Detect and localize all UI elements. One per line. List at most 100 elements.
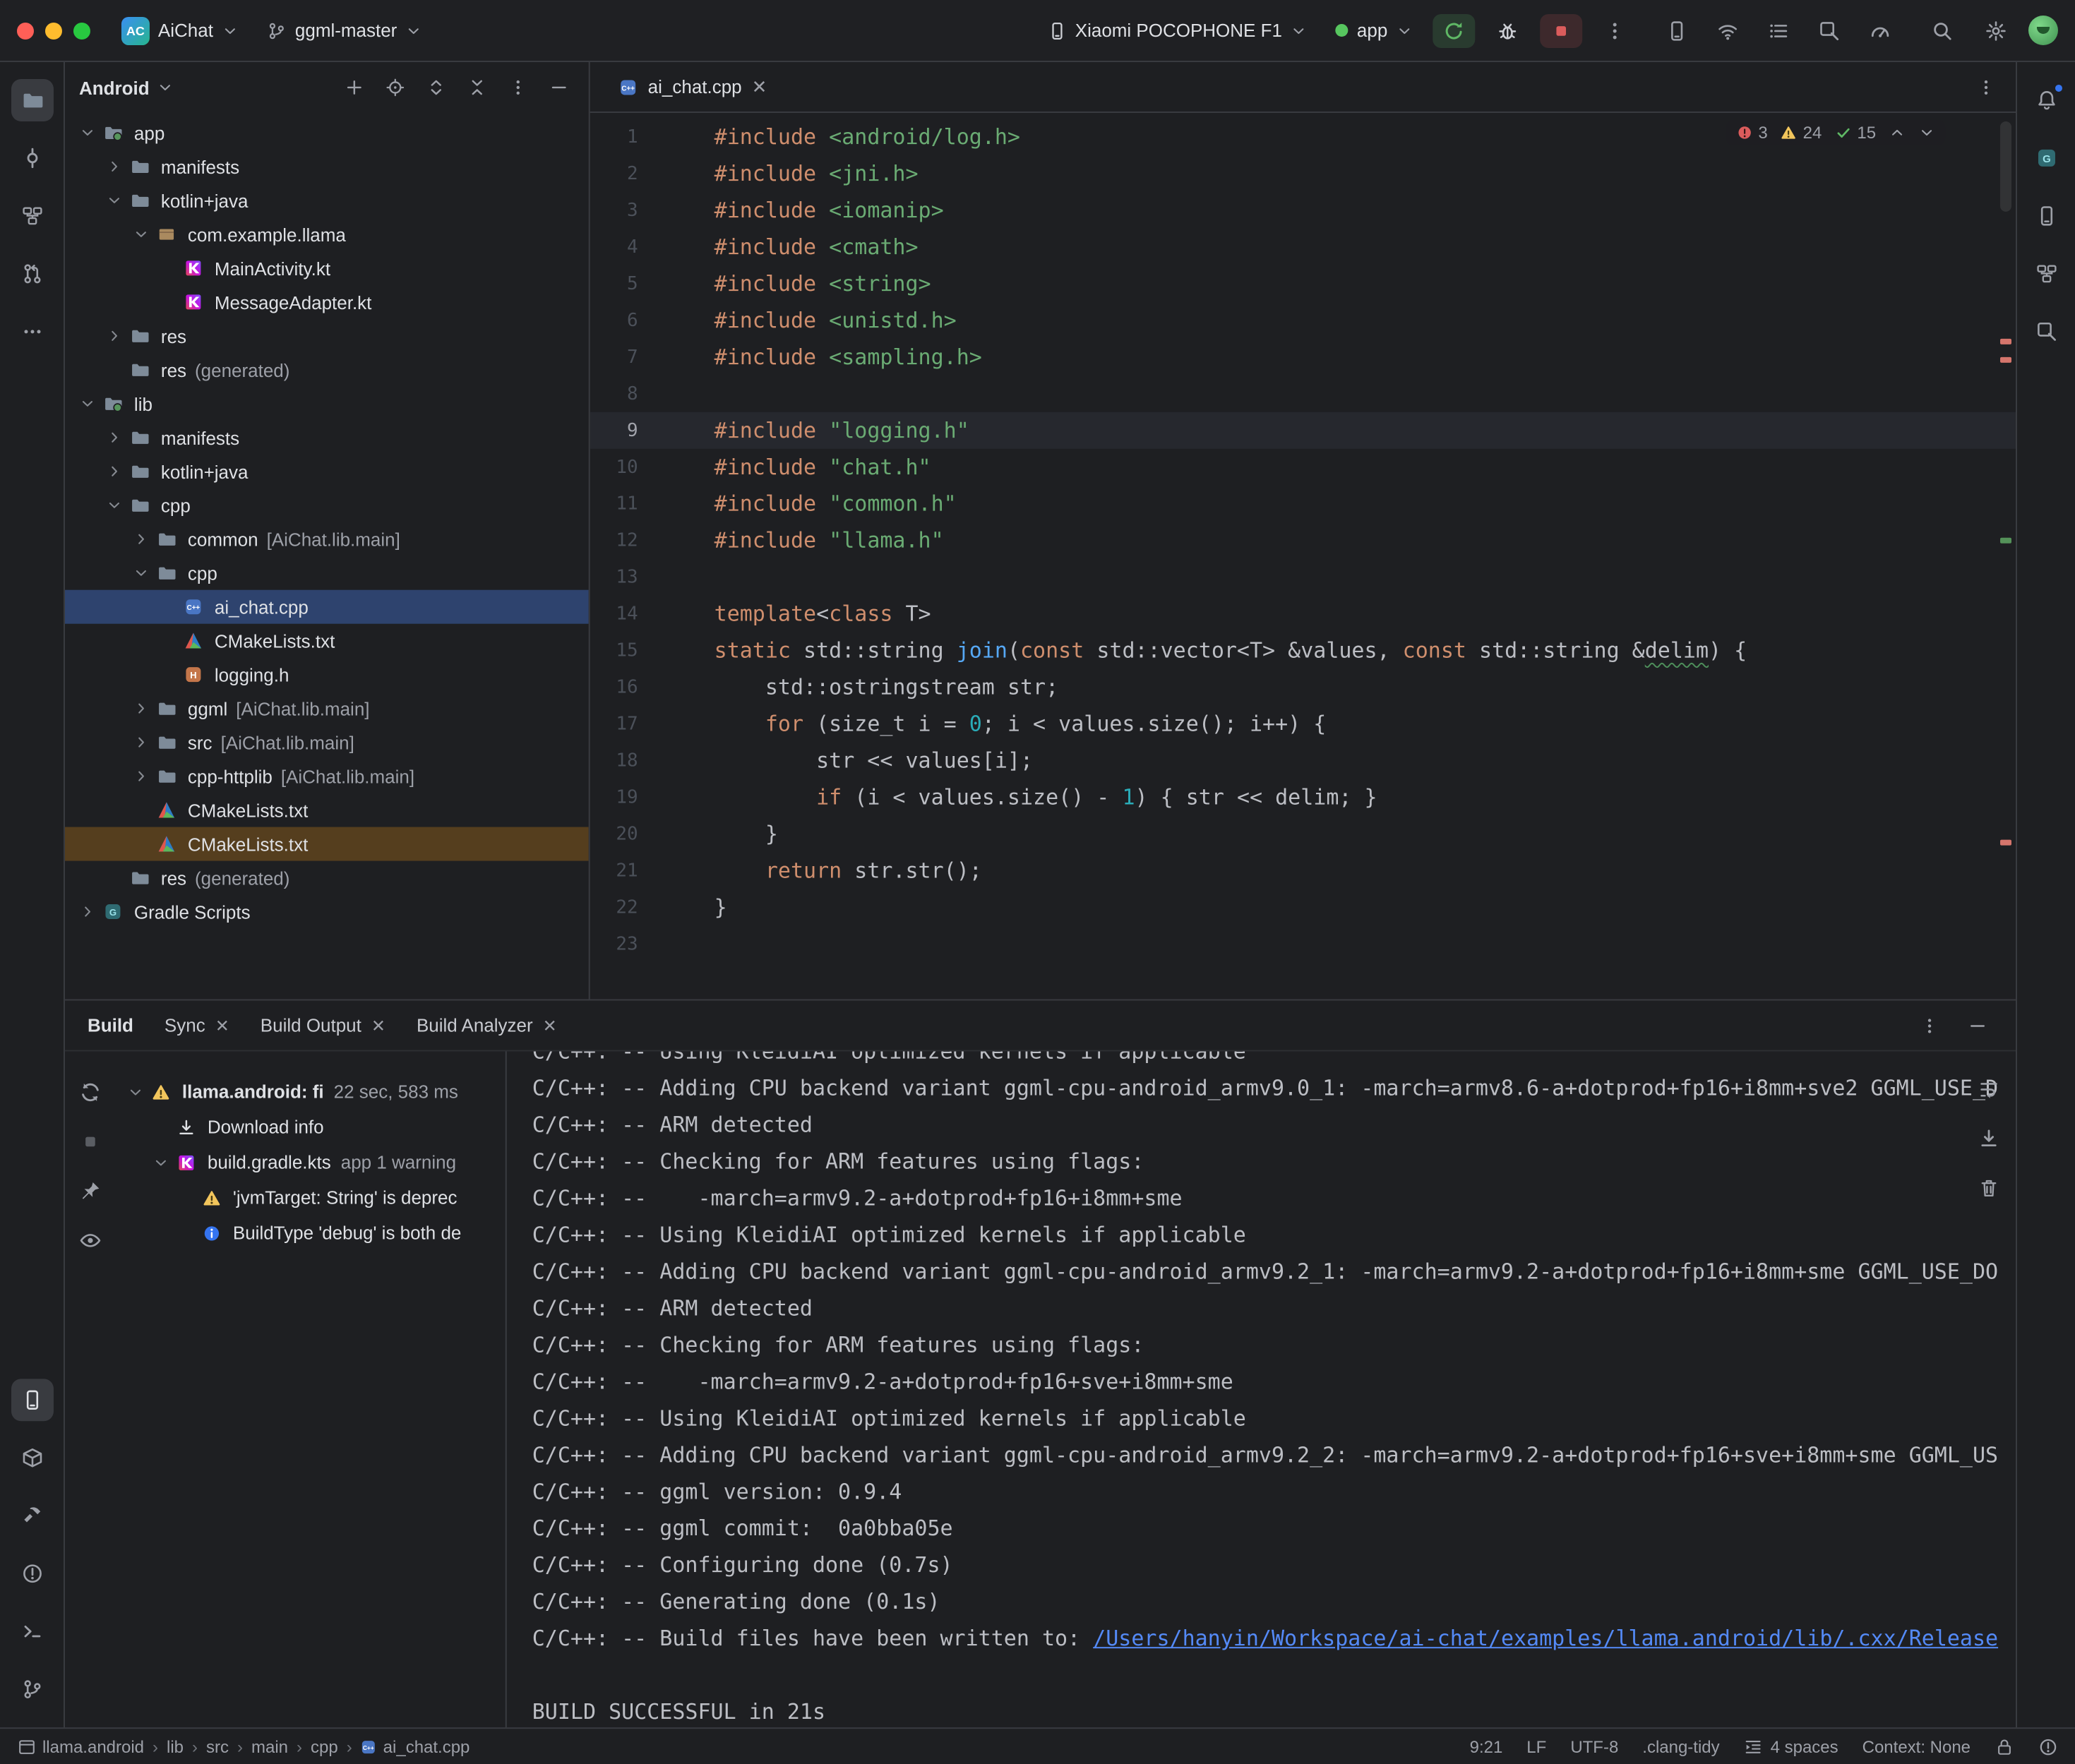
project-tree-item[interactable]: MainActivity.kt	[65, 251, 589, 285]
chevron-down-icon[interactable]	[130, 223, 153, 246]
build-tree-item[interactable]: 'jvmTarget: String' is deprec	[116, 1180, 506, 1215]
build-tree-item[interactable]: BuildType 'debug' is both de	[116, 1215, 506, 1250]
pair-devices-button[interactable]	[1712, 15, 1743, 46]
project-tree-item[interactable]: com.example.llama	[65, 217, 589, 251]
logcat-button[interactable]	[1763, 15, 1794, 46]
breadcrumb-item[interactable]: lib	[167, 1736, 184, 1756]
code-line[interactable]: 7#include <sampling.h>	[590, 339, 2016, 376]
rerun-sync-button[interactable]	[75, 1076, 106, 1108]
code-line[interactable]: 12#include "llama.h"	[590, 522, 2016, 559]
resolve-context[interactable]: Context: None	[1862, 1736, 1971, 1756]
project-tree-item[interactable]: CMakeLists.txt	[65, 827, 589, 861]
rerun-button[interactable]	[1433, 13, 1475, 47]
status-indicator[interactable]	[2038, 1736, 2058, 1756]
clear-console-button[interactable]	[1973, 1172, 2004, 1204]
file-encoding[interactable]: UTF-8	[1570, 1736, 1618, 1756]
project-tree-item[interactable]: lib	[65, 387, 589, 421]
device-mirroring-button[interactable]	[1661, 15, 1692, 46]
breadcrumb-item[interactable]: cpp	[311, 1736, 338, 1756]
code-line[interactable]: 9#include "logging.h"	[590, 412, 2016, 449]
build-tool-window-title[interactable]: Build	[88, 1014, 133, 1036]
resource-manager-button[interactable]	[2025, 253, 2067, 295]
code-line[interactable]: 6#include <unistd.h>	[590, 302, 2016, 339]
code-line[interactable]: 17 for (size_t i = 0; i < values.size();…	[590, 706, 2016, 743]
project-tree-item[interactable]: CMakeLists.txt	[65, 793, 589, 827]
terminal-tool-button[interactable]	[11, 1610, 53, 1652]
scroll-to-end-button[interactable]	[1973, 1123, 2004, 1154]
next-issue-icon[interactable]	[1918, 124, 1935, 141]
chevron-right-icon[interactable]	[130, 697, 153, 720]
project-tree-item[interactable]: cpp-httplib[AiChat.lib.main]	[65, 760, 589, 793]
add-button[interactable]	[339, 72, 370, 103]
more-run-options-button[interactable]	[1593, 13, 1636, 47]
code-line[interactable]: 23	[590, 926, 2016, 963]
app-inspection-button[interactable]	[1814, 15, 1845, 46]
profiler-button[interactable]	[1865, 15, 1896, 46]
code-line[interactable]: 5#include <string>	[590, 265, 2016, 302]
code-line[interactable]: 16 std::ostringstream str;	[590, 669, 2016, 706]
run-configuration-selector[interactable]: app	[1327, 16, 1421, 45]
project-tree-item[interactable]: MessageAdapter.kt	[65, 285, 589, 319]
close-tab-icon[interactable]: ✕	[371, 1015, 385, 1035]
chevron-down-icon[interactable]	[124, 1080, 147, 1103]
stop-button[interactable]	[1540, 13, 1582, 47]
device-selector[interactable]: Xiaomi POCOPHONE F1	[1039, 16, 1316, 45]
project-tree-item[interactable]: res(generated)	[65, 861, 589, 895]
search-everywhere-button[interactable]	[1921, 13, 1963, 47]
line-separator[interactable]: LF	[1526, 1736, 1546, 1756]
stop-button[interactable]	[75, 1126, 106, 1157]
notifications-button[interactable]	[2025, 79, 2067, 121]
code-line[interactable]: 11#include "common.h"	[590, 486, 2016, 522]
close-window-button[interactable]	[17, 22, 34, 39]
project-tree-item[interactable]: cpp	[65, 488, 589, 522]
code-line[interactable]: 20 }	[590, 816, 2016, 853]
hide-panel-button[interactable]	[1962, 1009, 1993, 1040]
vcs-branch-widget[interactable]: ggml-master	[258, 16, 431, 45]
chevron-right-icon[interactable]	[130, 528, 153, 551]
breadcrumb-item[interactable]: ai_chat.cpp	[361, 1736, 470, 1756]
app-inspection-tool-button[interactable]	[2025, 311, 2067, 353]
build-tab-build-output[interactable]: Build Output✕	[261, 1014, 385, 1036]
close-tab-icon[interactable]: ✕	[752, 76, 767, 98]
chevron-right-icon[interactable]	[103, 460, 126, 483]
build-tool-button[interactable]	[11, 1494, 53, 1537]
panel-options-button[interactable]	[1914, 1009, 1945, 1040]
code-line[interactable]: 22}	[590, 889, 2016, 926]
chevron-right-icon[interactable]	[130, 731, 153, 754]
collapse-all-button[interactable]	[462, 72, 493, 103]
panel-options-button[interactable]	[503, 72, 534, 103]
build-tree-item[interactable]: llama.android: fi22 sec, 583 ms	[116, 1074, 506, 1109]
code-line[interactable]: 3#include <iomanip>	[590, 192, 2016, 229]
project-tree-item[interactable]: cpp	[65, 556, 589, 590]
project-tree-item[interactable]: res	[65, 319, 589, 353]
chevron-right-icon[interactable]	[130, 765, 153, 788]
build-console[interactable]: C/C++: -- Using KleidiAI optimized kerne…	[507, 1051, 2016, 1727]
project-widget[interactable]: AC AiChat	[113, 12, 247, 49]
minimize-window-button[interactable]	[45, 22, 62, 39]
code-line[interactable]: 2#include <jni.h>	[590, 155, 2016, 192]
breadcrumb-item[interactable]: src	[206, 1736, 229, 1756]
structure-tool-button[interactable]	[11, 195, 53, 237]
project-tree-item[interactable]: common[AiChat.lib.main]	[65, 522, 589, 556]
console-link[interactable]: /Users/hanyin/Workspace/ai-chat/examples…	[1093, 1626, 1998, 1651]
editor-options-button[interactable]	[1971, 71, 2002, 102]
code-line[interactable]: 21 return str.str();	[590, 853, 2016, 889]
close-tab-icon[interactable]: ✕	[215, 1015, 229, 1035]
chevron-down-icon[interactable]	[130, 562, 153, 584]
services-tool-button[interactable]	[11, 1436, 53, 1479]
build-tree-item[interactable]: Download info	[116, 1109, 506, 1144]
close-tab-icon[interactable]: ✕	[543, 1015, 557, 1035]
project-tool-button[interactable]	[11, 79, 53, 121]
code-line[interactable]: 15static std::string join(const std::vec…	[590, 632, 2016, 669]
project-tree-item[interactable]: CMakeLists.txt	[65, 624, 589, 658]
build-tab-sync[interactable]: Sync✕	[165, 1014, 229, 1036]
chevron-down-icon[interactable]	[150, 1151, 172, 1173]
chevron-down-icon[interactable]	[76, 121, 99, 144]
code-line[interactable]: 19 if (i < values.size() - 1) { str << d…	[590, 779, 2016, 816]
hide-panel-button[interactable]	[544, 72, 575, 103]
code-line[interactable]: 8	[590, 376, 2016, 412]
project-tree-item[interactable]: ggml[AiChat.lib.main]	[65, 692, 589, 726]
chevron-down-icon[interactable]	[103, 494, 126, 517]
running-devices-tool-button[interactable]	[11, 1379, 53, 1421]
device-manager-button[interactable]	[2025, 195, 2067, 237]
